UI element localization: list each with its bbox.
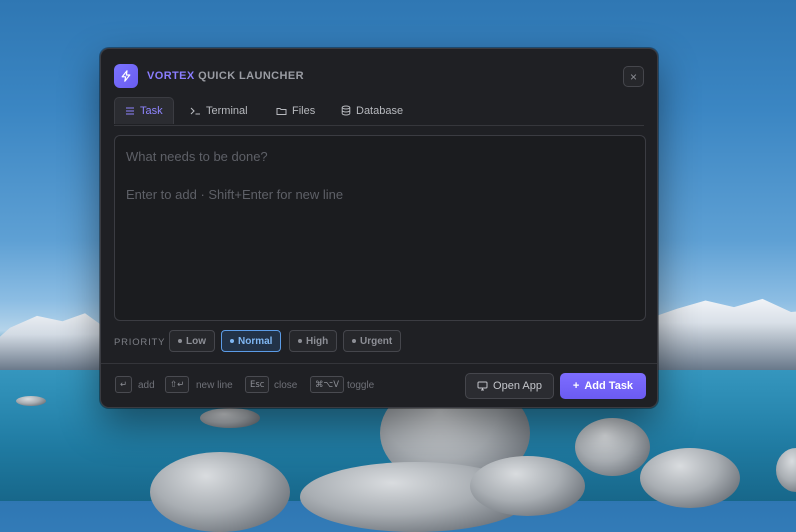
priority-high-label: High	[306, 335, 329, 347]
priority-low-label: Low	[186, 335, 206, 347]
wallpaper-rock	[470, 456, 585, 516]
priority-normal-chip[interactable]: Normal	[221, 330, 282, 352]
esc-key-hint: Esc	[245, 376, 270, 393]
priority-normal-label: Normal	[238, 335, 273, 347]
launcher-header: VORTEX QUICK LAUNCHER ×	[114, 64, 644, 90]
priority-low-chip[interactable]: Low	[169, 330, 215, 352]
wallpaper-rock	[575, 418, 650, 476]
add-task-button[interactable]: + Add Task	[560, 373, 646, 399]
tab-task-label: Task	[140, 105, 163, 117]
priority-dot-icon	[230, 339, 234, 343]
close-button[interactable]: ×	[623, 66, 644, 87]
folder-icon	[276, 107, 287, 115]
database-icon	[341, 105, 351, 116]
launcher-title: VORTEX QUICK LAUNCHER	[147, 70, 304, 82]
shift-enter-key-label: new line	[196, 380, 233, 391]
priority-label: PRIORITY	[114, 337, 166, 348]
shift-enter-key-hint: ⇧↵	[165, 376, 190, 393]
quick-launcher-window: VORTEX QUICK LAUNCHER × Task Terminal Fi…	[100, 48, 658, 408]
task-input[interactable]	[115, 136, 645, 320]
priority-dot-icon	[178, 339, 182, 343]
tab-terminal-label: Terminal	[206, 104, 248, 117]
toggle-key-label: toggle	[347, 380, 375, 391]
add-task-label: Add Task	[584, 380, 634, 392]
plus-icon: +	[572, 380, 580, 392]
tab-terminal[interactable]: Terminal	[180, 97, 258, 124]
priority-high-chip[interactable]: High	[289, 330, 338, 352]
priority-dot-icon	[352, 339, 356, 343]
tab-files[interactable]: Files	[266, 97, 325, 124]
enter-key-label: add	[138, 380, 155, 391]
lightning-bolt-icon	[114, 64, 138, 88]
tab-task[interactable]: Task	[114, 97, 174, 124]
wallpaper-rock	[150, 452, 290, 532]
toggle-key-hint: ⌘⌥V	[310, 376, 345, 393]
task-input-area: Enter to add · Shift+Enter for new line	[114, 135, 646, 321]
priority-dot-icon	[298, 339, 302, 343]
monitor-icon	[477, 381, 488, 391]
launcher-footer: ↵ add ⇧↵ new line Esc close ⌘⌥V toggle O…	[101, 363, 657, 409]
mode-tabs: Task Terminal Files Database	[114, 97, 644, 126]
wallpaper-rock	[200, 408, 260, 428]
open-app-label: Open App	[493, 380, 542, 392]
tab-database[interactable]: Database	[331, 97, 413, 124]
close-icon: ×	[629, 69, 637, 84]
esc-key-label: close	[274, 380, 298, 391]
open-app-button[interactable]: Open App	[465, 373, 554, 399]
task-input-hint: Enter to add · Shift+Enter for new line	[126, 187, 344, 202]
brand-name: VORTEX	[147, 70, 195, 82]
launcher-title-text: QUICK LAUNCHER	[198, 70, 304, 82]
enter-key-hint: ↵	[115, 376, 133, 393]
wallpaper-rock	[640, 448, 740, 508]
terminal-prompt-icon	[190, 107, 200, 115]
tab-database-label: Database	[356, 104, 404, 117]
wallpaper-rock	[16, 396, 46, 406]
list-icon	[126, 107, 134, 115]
priority-urgent-chip[interactable]: Urgent	[343, 330, 402, 352]
priority-urgent-label: Urgent	[360, 335, 393, 347]
tab-files-label: Files	[292, 104, 316, 117]
